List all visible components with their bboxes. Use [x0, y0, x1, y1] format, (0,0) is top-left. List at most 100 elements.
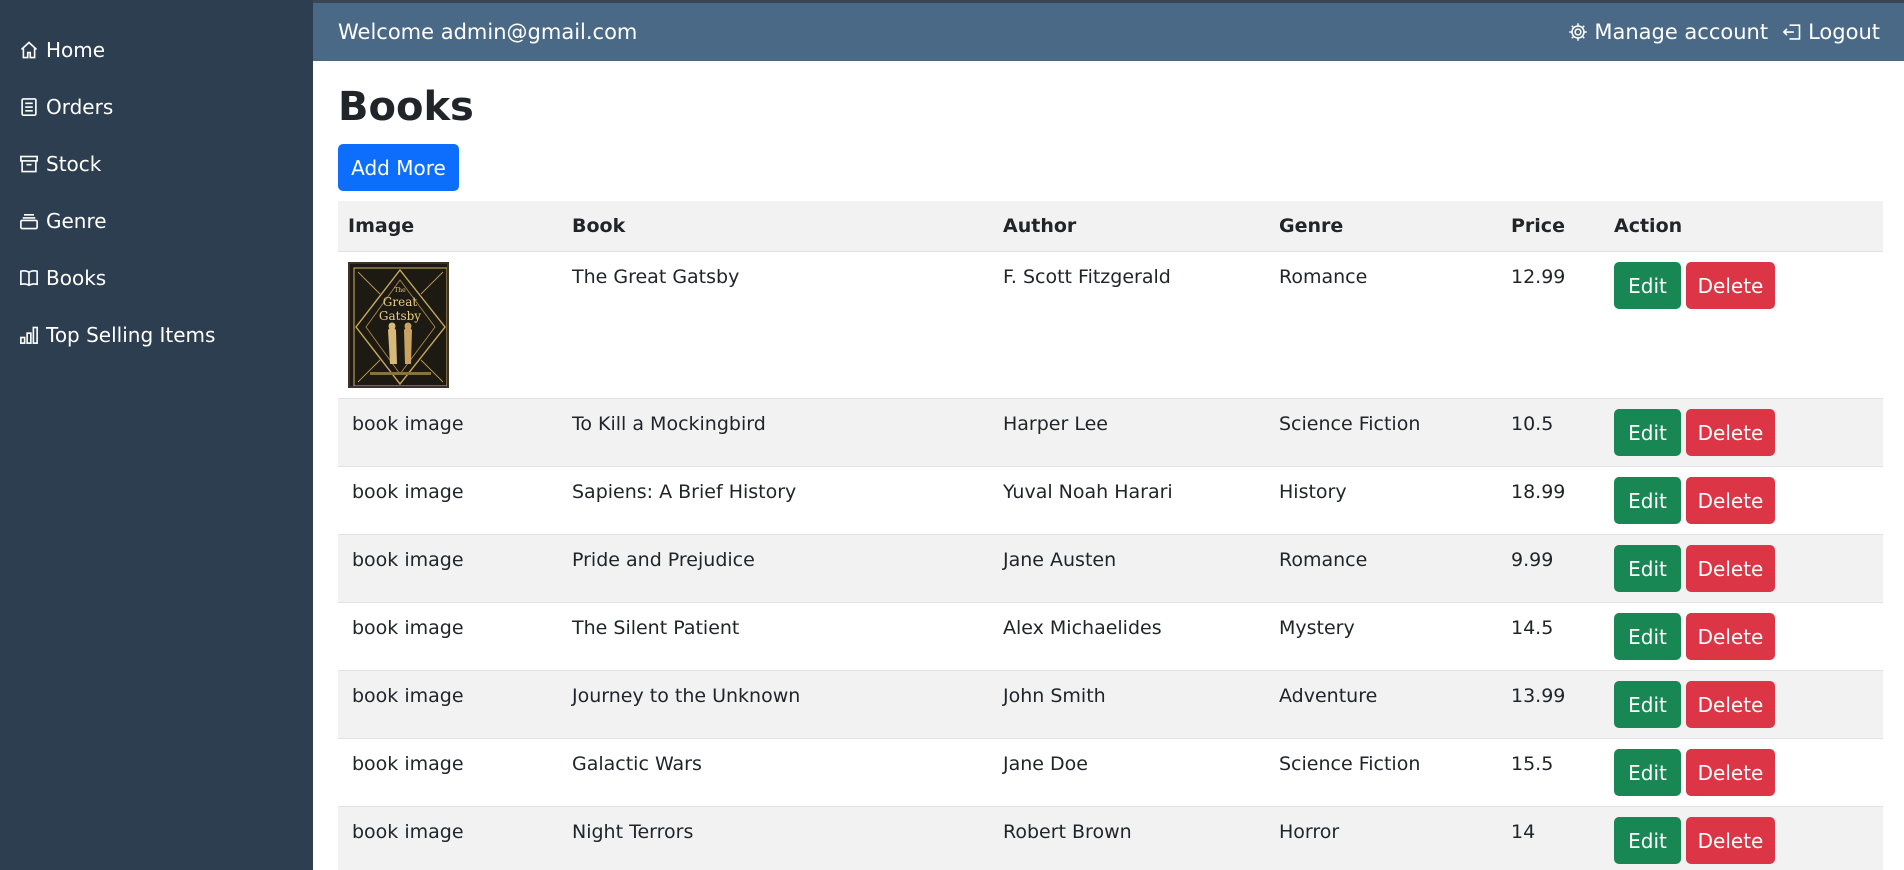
logout-link[interactable]: Logout: [1782, 20, 1880, 44]
account-actions: Manage account Logout: [1568, 3, 1880, 61]
book-genre: Romance: [1279, 549, 1368, 571]
broken-book-image: book image: [348, 481, 464, 503]
delete-button[interactable]: Delete: [1686, 613, 1775, 660]
row-actions: Edit Delete: [1614, 545, 1775, 592]
image-alt-text: book image: [352, 685, 464, 707]
book-author: John Smith: [1003, 685, 1106, 707]
sidebar-item-genre[interactable]: Genre: [19, 201, 107, 241]
book-price: 13.99: [1511, 685, 1566, 707]
sidebar-item-books[interactable]: Books: [19, 258, 106, 298]
table-row: The Great Gatsby The Great Gatsby F. Sco…: [338, 252, 1883, 399]
sidebar-item-home[interactable]: Home: [19, 30, 105, 70]
row-actions: Edit Delete: [1614, 681, 1775, 728]
archive-icon: [19, 154, 39, 174]
edit-button[interactable]: Edit: [1614, 749, 1681, 796]
book-author: Yuval Noah Harari: [1003, 481, 1173, 503]
delete-button[interactable]: Delete: [1686, 545, 1775, 592]
collection-icon: [19, 211, 39, 231]
table-row: book image To Kill a Mockingbird Harper …: [338, 399, 1883, 467]
broken-book-image: book image: [348, 549, 464, 571]
image-alt-text: book image: [352, 481, 464, 503]
books-table: Image Book Author Genre Price Action The…: [338, 201, 1883, 870]
manage-account-link[interactable]: Manage account: [1568, 20, 1768, 44]
broken-book-image: book image: [348, 413, 464, 435]
column-header-book: Book: [572, 215, 626, 237]
sidebar-item-stock[interactable]: Stock: [19, 144, 101, 184]
book-price: 14: [1511, 821, 1536, 843]
edit-button[interactable]: Edit: [1614, 681, 1681, 728]
sidebar-item-label: Orders: [46, 95, 114, 119]
table-row: book image Pride and Prejudice Jane Aust…: [338, 535, 1883, 603]
cover-title-gatsby: Gatsby: [379, 309, 421, 323]
column-header-price: Price: [1511, 215, 1565, 237]
sidebar-item-label: Top Selling Items: [46, 323, 216, 347]
image-alt-text: book image: [352, 549, 464, 571]
manage-account-label: Manage account: [1594, 20, 1769, 44]
book-price: 12.99: [1511, 266, 1566, 288]
book-author: F. Scott Fitzgerald: [1003, 266, 1171, 288]
delete-button[interactable]: Delete: [1686, 262, 1775, 309]
delete-button[interactable]: Delete: [1686, 817, 1775, 864]
book-title: Sapiens: A Brief History: [572, 481, 797, 503]
bar-chart-icon: [19, 325, 39, 345]
row-actions: Edit Delete: [1614, 749, 1775, 796]
table-row: book image Sapiens: A Brief History Yuva…: [338, 467, 1883, 535]
book-price: 18.99: [1511, 481, 1566, 503]
book-price: 9.99: [1511, 549, 1554, 571]
broken-book-image: book image: [348, 821, 464, 843]
edit-button[interactable]: Edit: [1614, 409, 1681, 456]
edit-button[interactable]: Edit: [1614, 545, 1681, 592]
sidebar-item-orders[interactable]: Orders: [19, 87, 113, 127]
broken-book-image: book image: [348, 685, 464, 707]
column-header-genre: Genre: [1279, 215, 1344, 237]
book-genre: Adventure: [1279, 685, 1378, 707]
delete-button[interactable]: Delete: [1686, 409, 1775, 456]
gear-icon: [1569, 23, 1588, 41]
image-alt-text: book image: [352, 617, 464, 639]
book-author: Alex Michaelides: [1003, 617, 1162, 639]
column-header-author: Author: [1003, 215, 1077, 237]
book-author: Jane Austen: [1003, 549, 1117, 571]
book-icon: [19, 268, 39, 288]
delete-button[interactable]: Delete: [1686, 749, 1775, 796]
table-row: book image Night Terrors Robert Brown Ho…: [338, 807, 1883, 870]
edit-button[interactable]: Edit: [1614, 817, 1681, 864]
book-price: 14.5: [1511, 617, 1554, 639]
edit-button[interactable]: Edit: [1614, 613, 1681, 660]
welcome-message: Welcome admin@gmail.com: [338, 20, 638, 44]
page-title: Books: [338, 84, 474, 130]
sidebar: Home Orders Stock Genre Books Top Sellin…: [0, 0, 313, 870]
image-alt-text: book image: [352, 413, 464, 435]
receipt-icon: [19, 97, 39, 117]
book-cover-image: The Great Gatsby: [348, 262, 449, 388]
broken-book-image: book image: [348, 753, 464, 775]
edit-button[interactable]: Edit: [1614, 262, 1681, 309]
add-more-button[interactable]: Add More: [338, 144, 459, 191]
logout-label: Logout: [1808, 20, 1880, 44]
book-price: 10.5: [1511, 413, 1554, 435]
row-actions: Edit Delete: [1614, 477, 1775, 524]
book-price: 15.5: [1511, 753, 1554, 775]
column-header-image: Image: [348, 215, 415, 237]
sidebar-item-top-selling[interactable]: Top Selling Items: [19, 315, 215, 355]
row-actions: Edit Delete: [1614, 409, 1775, 456]
sidebar-item-label: Books: [46, 266, 107, 290]
broken-book-image: book image: [348, 617, 464, 639]
top-bar: Welcome admin@gmail.com Manage account L…: [313, 3, 1904, 61]
book-title: Journey to the Unknown: [572, 685, 801, 707]
image-alt-text: book image: [352, 821, 464, 843]
table-row: book image Galactic Wars Jane Doe Scienc…: [338, 739, 1883, 807]
table-row: book image The Silent Patient Alex Micha…: [338, 603, 1883, 671]
row-actions: Edit Delete: [1614, 613, 1775, 660]
book-author: Robert Brown: [1003, 821, 1132, 843]
book-genre: Science Fiction: [1279, 413, 1421, 435]
delete-button[interactable]: Delete: [1686, 477, 1775, 524]
book-author: Jane Doe: [1003, 753, 1088, 775]
book-title: Galactic Wars: [572, 753, 702, 775]
table-header: Image Book Author Genre Price Action: [338, 201, 1883, 252]
sidebar-item-label: Home: [46, 38, 106, 62]
delete-button[interactable]: Delete: [1686, 681, 1775, 728]
edit-button[interactable]: Edit: [1614, 477, 1681, 524]
book-genre: History: [1279, 481, 1347, 503]
cover-title-great: Great: [383, 295, 418, 309]
